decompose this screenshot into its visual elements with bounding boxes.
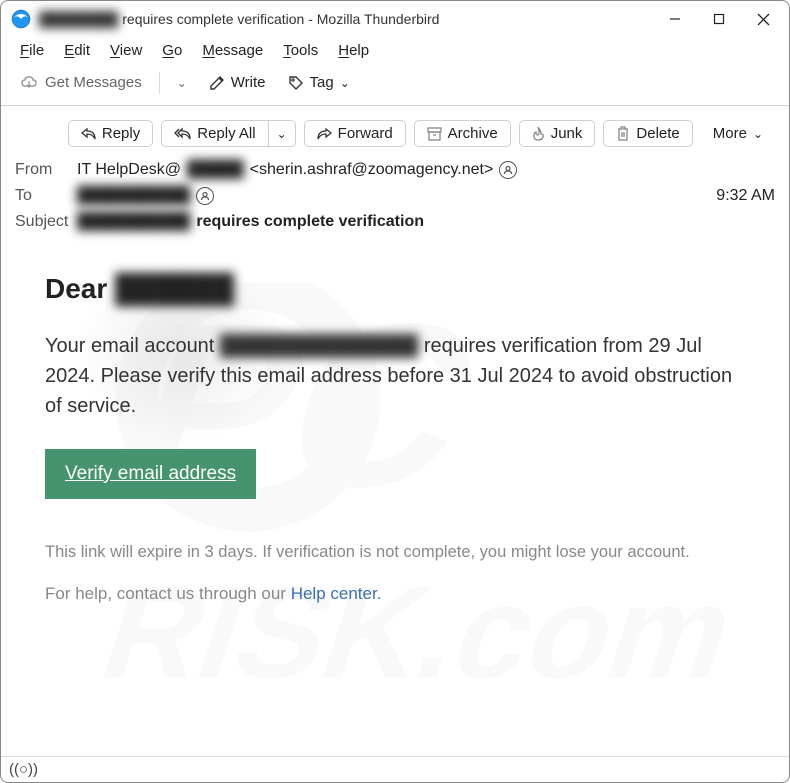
from-row: From IT HelpDesk@█████ <sherin.ashraf@zo… <box>15 157 775 183</box>
write-button[interactable]: Write <box>201 70 274 95</box>
subject-label: Subject <box>15 213 77 231</box>
verify-email-button[interactable]: Verify email address <box>45 449 256 499</box>
thunderbird-logo-icon <box>11 9 31 29</box>
menu-view[interactable]: View <box>103 39 149 62</box>
contact-icon[interactable] <box>499 161 517 179</box>
archive-button[interactable]: Archive <box>414 120 511 147</box>
chevron-down-icon: ⌄ <box>277 127 287 141</box>
message-body: PC RISK.com Dear ██████ Your email accou… <box>1 243 789 733</box>
window-title: ████████ requires complete verification … <box>39 11 653 27</box>
status-bar: ((○)) <box>1 756 789 782</box>
menu-go[interactable]: Go <box>155 39 189 62</box>
contact-icon[interactable] <box>196 187 214 205</box>
reply-button[interactable]: Reply <box>68 120 153 147</box>
forward-icon <box>317 127 332 140</box>
get-messages-button[interactable]: Get Messages <box>13 70 150 95</box>
expire-notice: This link will expire in 3 days. If veri… <box>45 543 749 562</box>
activity-icon[interactable]: ((○)) <box>9 761 38 778</box>
title-bar: ████████ requires complete verification … <box>1 1 789 37</box>
svg-text:RISK.com: RISK.com <box>85 559 754 706</box>
body-paragraph: Your email account ██████████████ requir… <box>45 331 749 421</box>
menu-tools[interactable]: Tools <box>276 39 325 62</box>
message-header: Reply Reply All ⌄ Forward Archive Junk D… <box>1 106 789 243</box>
archive-icon <box>427 127 442 141</box>
menu-file[interactable]: File <box>13 39 51 62</box>
get-messages-dropdown[interactable]: ⌄ <box>169 72 195 94</box>
trash-icon <box>616 126 630 141</box>
message-time: 9:32 AM <box>716 187 775 205</box>
reply-all-icon <box>174 127 191 140</box>
from-value: IT HelpDesk@█████ <sherin.ashraf@zoomage… <box>77 161 775 179</box>
delete-button[interactable]: Delete <box>603 120 692 147</box>
help-center-link[interactable]: Help center. <box>291 584 382 603</box>
cloud-download-icon <box>21 75 39 91</box>
subject-value: ██████████ requires complete verificatio… <box>77 213 775 231</box>
to-value: ██████████ <box>77 187 716 205</box>
menu-edit[interactable]: Edit <box>57 39 97 62</box>
help-line: For help, contact us through our Help ce… <box>45 584 749 604</box>
separator <box>159 72 160 94</box>
junk-button[interactable]: Junk <box>519 120 596 147</box>
from-label: From <box>15 161 77 179</box>
menu-help[interactable]: Help <box>331 39 376 62</box>
to-label: To <box>15 187 77 205</box>
tag-icon <box>288 75 304 91</box>
chevron-down-icon: ⌄ <box>340 76 350 90</box>
to-row: To ██████████ 9:32 AM <box>15 183 775 209</box>
greeting: Dear ██████ <box>45 273 749 305</box>
menu-message[interactable]: Message <box>195 39 270 62</box>
close-button[interactable] <box>741 4 785 34</box>
reply-all-button[interactable]: Reply All <box>161 120 268 147</box>
flame-icon <box>532 126 545 141</box>
tag-button[interactable]: Tag ⌄ <box>280 70 358 95</box>
reply-all-dropdown[interactable]: ⌄ <box>269 120 296 147</box>
action-bar: Reply Reply All ⌄ Forward Archive Junk D… <box>15 116 775 157</box>
subject-row: Subject ██████████ requires complete ver… <box>15 209 775 235</box>
minimize-button[interactable] <box>653 4 697 34</box>
chevron-down-icon: ⌄ <box>177 76 187 90</box>
more-button[interactable]: More ⌄ <box>701 121 775 146</box>
chevron-down-icon: ⌄ <box>753 127 763 141</box>
main-toolbar: Get Messages ⌄ Write Tag ⌄ <box>1 66 789 106</box>
pencil-icon <box>209 75 225 91</box>
maximize-button[interactable] <box>697 4 741 34</box>
menu-bar: File Edit View Go Message Tools Help <box>1 37 789 66</box>
reply-icon <box>81 127 96 140</box>
forward-button[interactable]: Forward <box>304 120 406 147</box>
